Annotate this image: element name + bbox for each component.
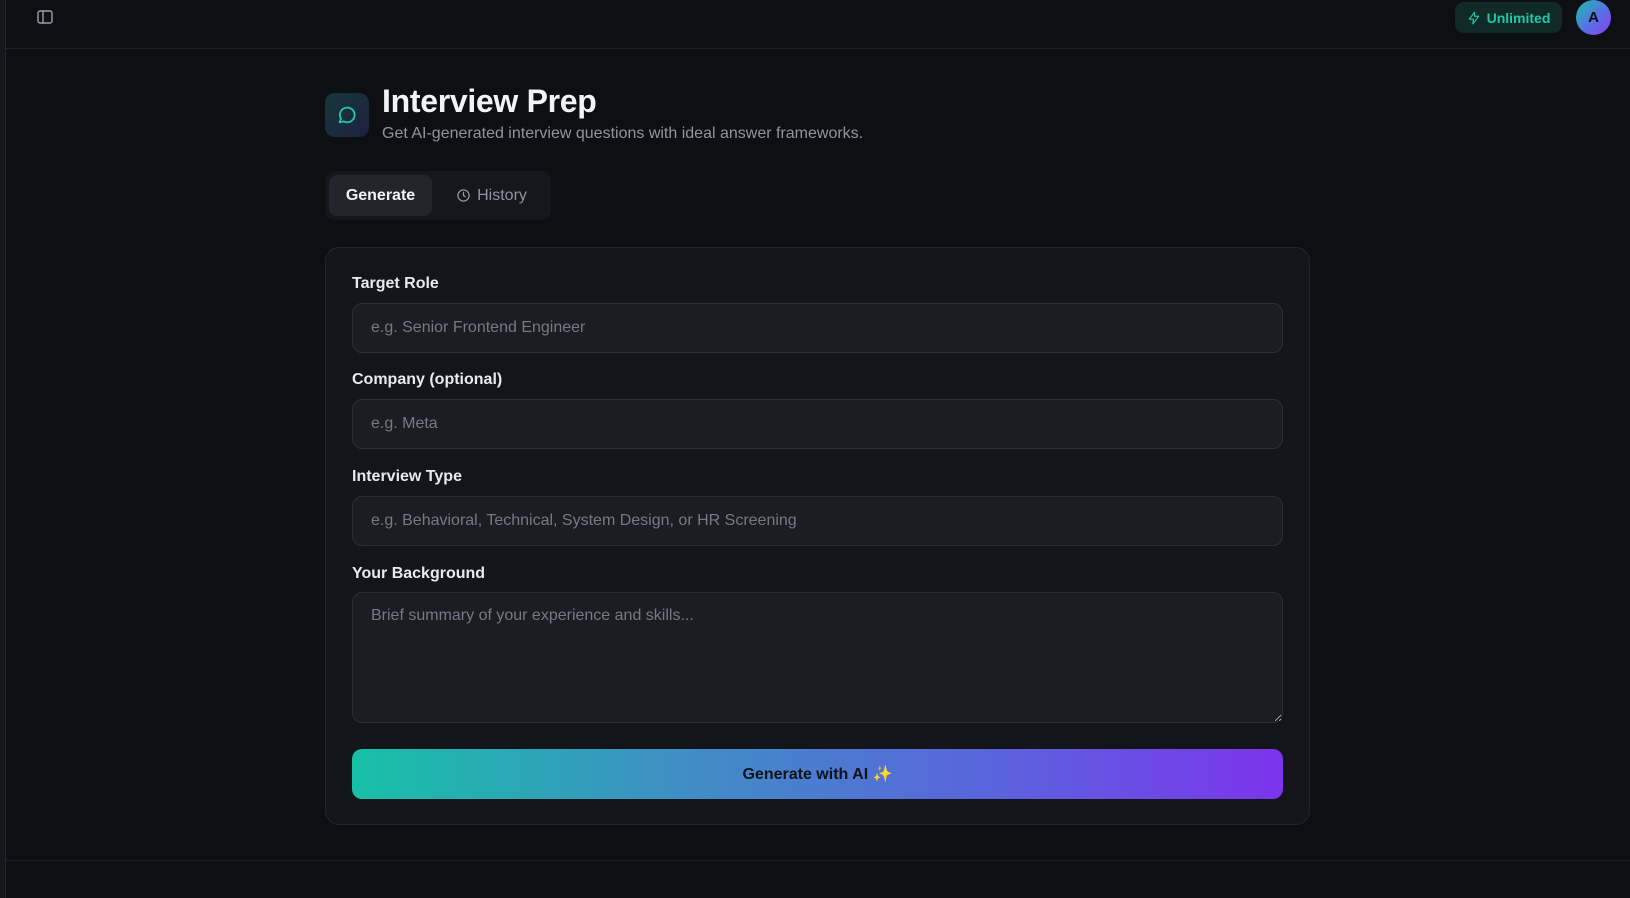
interview-type-input[interactable] <box>352 496 1283 546</box>
generate-with-ai-button[interactable]: Generate with AI ✨ <box>352 749 1283 799</box>
tab-generate-label: Generate <box>345 186 416 204</box>
clock-icon <box>457 189 470 202</box>
background-textarea[interactable] <box>352 592 1283 723</box>
sidebar-toggle-button[interactable] <box>31 6 59 28</box>
user-avatar[interactable]: A <box>1576 0 1611 35</box>
tab-bar: Generate History <box>325 171 551 220</box>
target-role-label: Target Role <box>352 275 439 292</box>
company-input[interactable] <box>352 399 1283 449</box>
generate-form-card: Target Role Company (optional) Interview… <box>325 247 1310 825</box>
company-label: Company (optional) <box>352 371 503 388</box>
tab-history[interactable]: History <box>436 175 547 216</box>
chat-bubble-icon <box>338 106 356 124</box>
target-role-input[interactable] <box>352 303 1283 353</box>
background-label: Your Background <box>352 565 486 582</box>
tab-generate[interactable]: Generate <box>329 175 432 216</box>
sidebar-panel-icon <box>37 10 53 24</box>
page-subtitle: Get AI-generated interview questions wit… <box>382 125 864 142</box>
plan-badge[interactable]: Unlimited <box>1455 2 1562 33</box>
page-title: Interview Prep <box>382 83 597 119</box>
header-icon-tile <box>325 93 369 137</box>
lightning-icon <box>1468 11 1479 24</box>
plan-badge-label: Unlimited <box>1486 9 1551 26</box>
window-left-edge <box>0 0 6 898</box>
top-bar: Unlimited A <box>6 0 1630 49</box>
interview-type-label: Interview Type <box>352 468 462 485</box>
tab-history-label: History <box>477 186 527 204</box>
footer-area <box>6 860 1630 898</box>
